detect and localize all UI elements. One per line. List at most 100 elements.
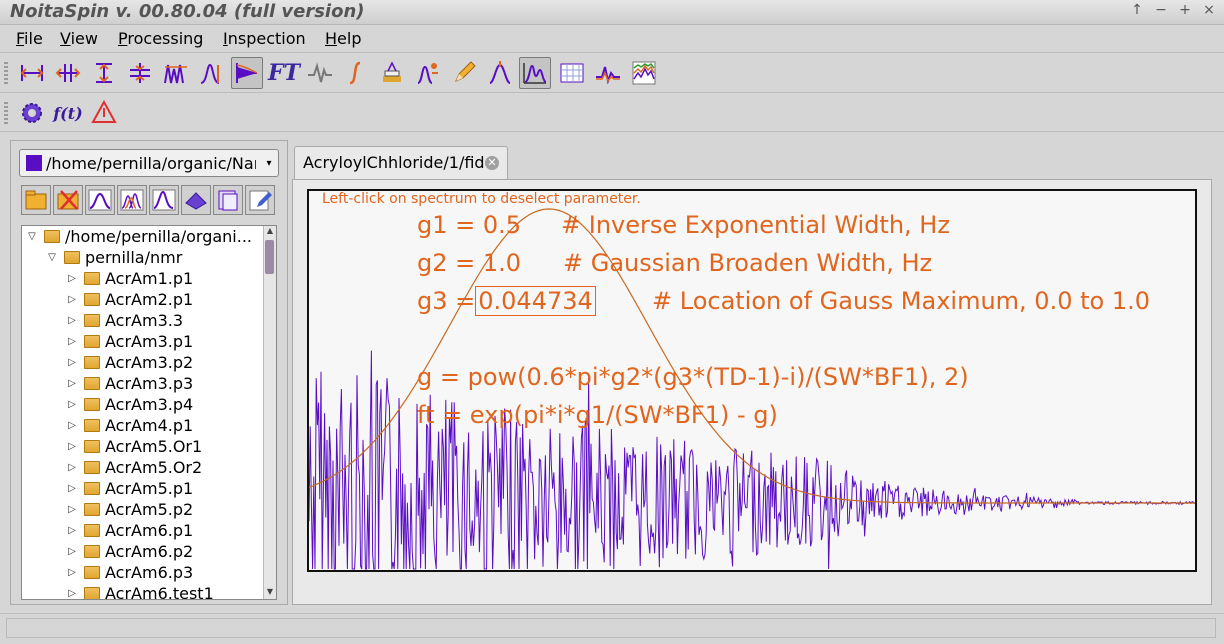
list-item[interactable]: ▷ AcrAm6.p1 <box>66 520 193 541</box>
2d-spectrum-button[interactable] <box>181 185 211 215</box>
list-item[interactable]: ▷ AcrAm3.3 <box>66 310 183 331</box>
multiplet-icon[interactable] <box>412 57 444 89</box>
processing-toolbar: FT <box>0 54 1224 92</box>
tree-scrollbar[interactable]: ▲ ▼ <box>263 226 276 599</box>
list-item[interactable]: ▷ AcrAm3.p4 <box>66 394 193 415</box>
tab-fid[interactable]: AcryloylChhloride/1/fid ✕ <box>294 146 508 180</box>
function-icon[interactable]: f(t) <box>52 97 84 129</box>
list-item[interactable]: ▷ AcrAm5.Or2 <box>66 457 202 478</box>
list-item[interactable]: ▷ AcrAm6.test1 <box>66 583 214 599</box>
chevron-right-icon[interactable]: ▷ <box>66 546 78 557</box>
chevron-right-icon[interactable]: ▷ <box>66 504 78 515</box>
folder-icon <box>44 230 60 243</box>
edit-file-button[interactable] <box>245 185 275 215</box>
chevron-right-icon[interactable]: ▷ <box>66 441 78 452</box>
scroll-down-icon[interactable]: ▼ <box>264 587 276 599</box>
folder-icon <box>84 419 100 432</box>
list-item[interactable]: ▷ AcrAm4.p1 <box>66 415 193 436</box>
peak-marker-icon[interactable] <box>484 57 516 89</box>
open-multiple-button[interactable] <box>117 185 147 215</box>
spectrum-plot[interactable]: Left-click on spectrum to deselect param… <box>307 189 1197 572</box>
apodization-icon[interactable] <box>231 57 263 89</box>
tree-root[interactable]: ▽ /home/pernilla/organi... <box>26 226 252 247</box>
list-item[interactable]: ▷ AcrAm6.p2 <box>66 541 193 562</box>
chevron-right-icon[interactable]: ▷ <box>66 273 78 284</box>
spectrum-panel: AcryloylChhloride/1/fid ✕ Left-click on … <box>292 140 1212 605</box>
folder-icon <box>84 461 100 474</box>
chevron-down-icon[interactable]: ▾ <box>262 152 276 174</box>
chevron-right-icon[interactable]: ▷ <box>66 567 78 578</box>
chevron-right-icon[interactable]: ▷ <box>66 315 78 326</box>
menu-inspection[interactable]: Inspection <box>223 29 306 48</box>
chevron-right-icon[interactable]: ▷ <box>66 462 78 473</box>
integral-icon[interactable] <box>340 57 372 89</box>
list-item[interactable]: ▷ AcrAm3.p2 <box>66 352 193 373</box>
overlay-icon[interactable] <box>592 57 624 89</box>
keep-above-button[interactable]: ↑ <box>1130 2 1144 18</box>
toolbar-grip[interactable] <box>4 62 8 84</box>
chevron-right-icon[interactable]: ▷ <box>66 525 78 536</box>
chevron-right-icon[interactable]: ▷ <box>66 588 78 599</box>
chevron-right-icon[interactable]: ▷ <box>66 378 78 389</box>
g3-value-field[interactable]: 0.044734 <box>475 286 596 316</box>
chevron-right-icon[interactable]: ▷ <box>66 294 78 305</box>
chevron-down-icon[interactable]: ▽ <box>46 252 58 263</box>
scroll-thumb[interactable] <box>265 240 274 274</box>
folder-icon <box>84 482 100 495</box>
scroll-up-icon[interactable]: ▲ <box>264 226 276 238</box>
gear-icon[interactable] <box>16 97 48 129</box>
peak-pick-icon[interactable] <box>196 57 228 89</box>
menu-view[interactable]: View <box>60 29 98 48</box>
baseline-icon[interactable] <box>88 57 120 89</box>
chevron-right-icon[interactable]: ▷ <box>66 357 78 368</box>
close-icon[interactable]: ✕ <box>485 156 499 170</box>
phase-wave-icon[interactable] <box>304 57 336 89</box>
chevron-right-icon[interactable]: ▷ <box>66 399 78 410</box>
stacked-plot-icon[interactable] <box>628 57 660 89</box>
path-selector[interactable]: /home/pernilla/organic/Nar ▾ <box>19 149 279 177</box>
tree-item-label: AcrAm3.p3 <box>105 374 194 393</box>
peaks-icon[interactable] <box>160 57 192 89</box>
list-item[interactable]: ▷ AcrAm1.p1 <box>66 268 193 289</box>
stack-icon[interactable] <box>376 57 408 89</box>
list-item[interactable]: ▷ AcrAm2.p1 <box>66 289 193 310</box>
folder-icon <box>84 440 100 453</box>
list-item[interactable]: ▷ AcrAm5.Or1 <box>66 436 202 457</box>
copy-file-button[interactable] <box>213 185 243 215</box>
list-item[interactable]: ▷ AcrAm5.p1 <box>66 478 193 499</box>
menu-processing[interactable]: Processing <box>118 29 203 48</box>
pencil-icon[interactable] <box>448 57 480 89</box>
hint-text: Left-click on spectrum to deselect param… <box>322 191 641 207</box>
ft-icon[interactable]: FT <box>268 57 300 89</box>
spectrum-compare-button[interactable] <box>149 185 179 215</box>
phase-split-icon[interactable] <box>52 57 84 89</box>
delete-folder-button[interactable] <box>53 185 83 215</box>
g3-comment: # Location of Gauss Maximum, 0.0 to 1.0 <box>652 287 1150 315</box>
spectrum-view-icon[interactable] <box>519 57 551 89</box>
phase-left-icon[interactable] <box>16 57 48 89</box>
chevron-right-icon[interactable]: ▷ <box>66 420 78 431</box>
minimize-button[interactable]: − <box>1154 2 1168 18</box>
list-item[interactable]: ▷ AcrAm3.p3 <box>66 373 193 394</box>
chevron-right-icon[interactable]: ▷ <box>66 336 78 347</box>
list-item[interactable]: ▷ AcrAm5.p2 <box>66 499 193 520</box>
toolbar-separator <box>0 92 1224 93</box>
chevron-right-icon[interactable]: ▷ <box>66 483 78 494</box>
menu-help[interactable]: Help <box>325 29 361 48</box>
toolbar-grip-2[interactable] <box>4 102 8 124</box>
tree-folder[interactable]: ▽ pernilla/nmr <box>46 247 182 268</box>
align-icon[interactable] <box>124 57 156 89</box>
menu-file[interactable]: File <box>16 29 43 48</box>
maximize-button[interactable]: + <box>1178 2 1192 18</box>
g3-prefix: g3 = <box>417 287 476 315</box>
chevron-down-icon[interactable]: ▽ <box>26 231 38 242</box>
list-item[interactable]: ▷ AcrAm3.p1 <box>66 331 193 352</box>
open-spectrum-button[interactable] <box>85 185 115 215</box>
new-folder-button[interactable] <box>21 185 51 215</box>
list-item[interactable]: ▷ AcrAm6.p3 <box>66 562 193 583</box>
close-button[interactable]: × <box>1202 2 1216 18</box>
tree-item-label: AcrAm2.p1 <box>105 290 194 309</box>
grid-icon[interactable] <box>556 57 588 89</box>
warning-triangle-icon[interactable] <box>88 97 120 129</box>
path-color-swatch <box>26 155 42 171</box>
